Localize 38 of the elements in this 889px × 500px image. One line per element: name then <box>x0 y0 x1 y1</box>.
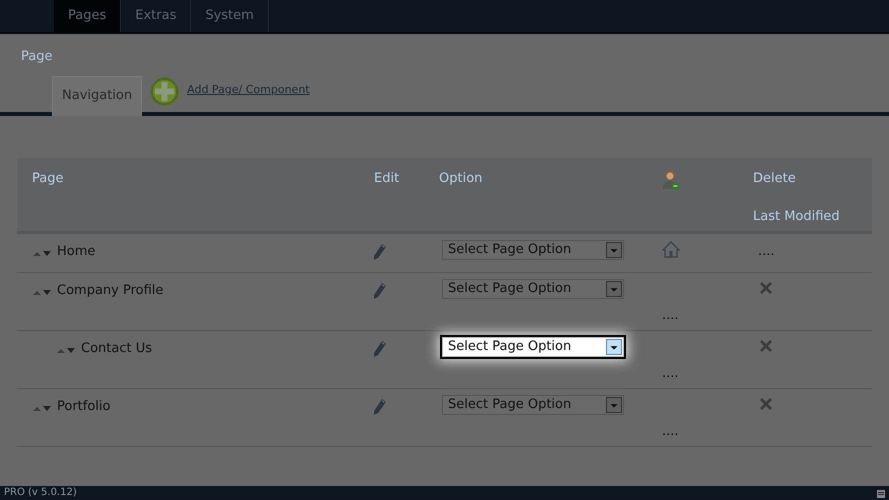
edit-icon[interactable] <box>374 282 386 298</box>
edit-icon[interactable] <box>374 398 386 414</box>
edit-icon[interactable] <box>374 244 386 260</box>
page-option-dropdown[interactable]: Select Page Option <box>442 278 624 298</box>
nav-tab[interactable]: Pages <box>54 0 122 32</box>
column-header: Delete <box>753 170 797 188</box>
page-option-dropdown[interactable]: Select Page Option <box>442 336 624 356</box>
modified-text: .... <box>662 308 679 322</box>
menu-icon[interactable] <box>877 490 885 498</box>
page-option-dropdown[interactable]: Select Page Option <box>442 240 624 260</box>
reorder-arrows-icon[interactable] <box>32 288 52 296</box>
page-title: Page <box>21 49 52 64</box>
delete-icon[interactable] <box>758 280 774 296</box>
page-option-dropdown[interactable]: Select Page Option <box>442 394 624 414</box>
page-name: Contact Us <box>81 340 152 358</box>
column-header: Option <box>439 170 482 186</box>
modified-text: .... <box>757 244 776 258</box>
page-name: Portfolio <box>57 398 110 416</box>
column-header: Page <box>32 170 64 186</box>
version-text: PRO (v 5.0.12) <box>4 486 77 500</box>
delete-icon[interactable] <box>758 396 774 412</box>
reorder-arrows-icon[interactable] <box>32 248 52 256</box>
nav-tab[interactable]: System <box>191 0 269 32</box>
navigation-tab[interactable]: Navigation <box>52 76 142 116</box>
page-name: Home <box>57 242 96 260</box>
delete-icon[interactable] <box>758 338 774 354</box>
nav-tab[interactable]: Extras <box>121 0 192 32</box>
add-icon[interactable] <box>150 76 180 106</box>
reorder-arrows-icon[interactable] <box>32 404 52 412</box>
column-header: Edit <box>374 170 400 186</box>
user-icon <box>662 168 680 190</box>
column-header: Last Modified <box>753 208 841 226</box>
modified-text: .... <box>662 424 679 438</box>
edit-icon[interactable] <box>374 340 386 356</box>
modified-text: .... <box>662 366 679 380</box>
reorder-arrows-icon[interactable] <box>56 346 76 354</box>
page-name: Company Profile <box>57 282 164 300</box>
add-page-link[interactable]: Add Page/ Component <box>187 82 310 98</box>
